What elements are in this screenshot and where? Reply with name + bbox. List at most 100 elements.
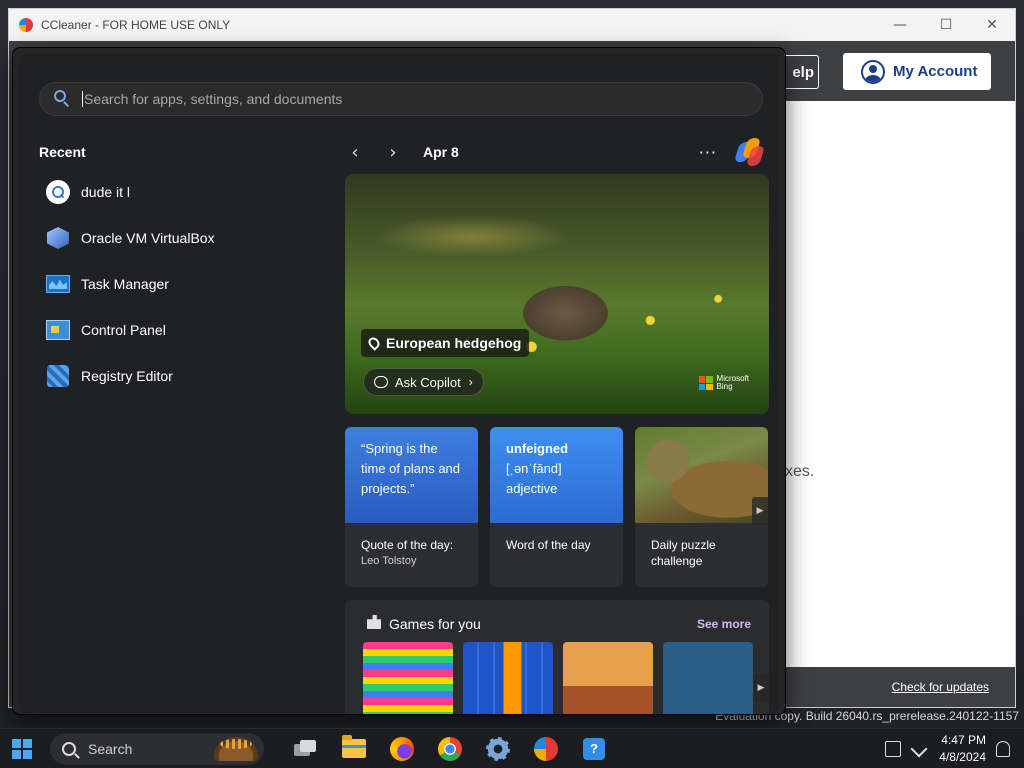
task-view-button[interactable]	[282, 729, 330, 768]
bing-line-2: Bing	[716, 382, 733, 391]
chrome-button[interactable]	[426, 729, 474, 768]
previous-chevron-icon[interactable]: ‹	[341, 138, 369, 166]
recent-item-task-manager[interactable]: Task Manager	[45, 261, 325, 307]
settings-button[interactable]	[474, 729, 522, 768]
recent-item-registry-editor[interactable]: Registry Editor	[45, 353, 325, 399]
control-panel-icon	[46, 320, 70, 340]
firefox-button[interactable]	[378, 729, 426, 768]
get-help-button[interactable]: ?	[570, 729, 618, 768]
account-icon	[861, 59, 885, 84]
virtualbox-icon	[47, 227, 69, 249]
games-icon	[367, 615, 381, 629]
location-label: European hedgehog	[386, 335, 522, 351]
my-account-button[interactable]: My Account	[843, 53, 991, 90]
recent-item-label: Oracle VM VirtualBox	[81, 230, 215, 246]
clock-time: 4:47 PM	[941, 732, 986, 747]
text-caret	[82, 91, 83, 107]
taskbar: Search ? 4:47 PM 4/8/2024	[0, 728, 1024, 768]
ask-copilot-button[interactable]: Ask Copilot ›	[363, 368, 484, 396]
search-icon	[52, 89, 72, 109]
folder-icon	[342, 735, 366, 758]
start-menu: Recent dude it l Oracle VM VirtualBox Ta…	[12, 47, 786, 715]
recent-item-label: Control Panel	[81, 322, 166, 338]
hero-image-card[interactable]: European hedgehog Ask Copilot › Microsof…	[345, 174, 769, 414]
search-icon	[62, 741, 76, 756]
maximize-button[interactable]: ☐	[923, 9, 969, 41]
start-search-input[interactable]	[84, 91, 684, 107]
game-tile[interactable]	[463, 642, 553, 714]
quote-text: “Spring is the time of plans and project…	[345, 427, 478, 523]
search-icon	[46, 180, 70, 204]
check-for-updates-link[interactable]: Check for updates	[892, 680, 989, 694]
location-pin-icon	[366, 335, 382, 351]
recent-heading: Recent	[39, 144, 86, 160]
close-button[interactable]: ✕	[969, 9, 1015, 41]
copilot-icon[interactable]	[733, 136, 766, 168]
file-explorer-button[interactable]	[330, 729, 378, 768]
game-tile[interactable]	[363, 642, 453, 714]
ccleaner-logo-icon	[19, 18, 33, 32]
recent-item-label: Task Manager	[81, 276, 169, 292]
word-phonetic: [ˌənˈfānd]	[506, 461, 562, 476]
chrome-icon	[438, 736, 462, 761]
task-manager-icon	[46, 275, 70, 293]
microsoft-logo-icon	[698, 376, 713, 390]
widget-cards: “Spring is the time of plans and project…	[345, 427, 769, 587]
quote-card[interactable]: “Spring is the time of plans and project…	[345, 427, 478, 587]
games-widget: Games for you See more ▶	[345, 600, 769, 714]
quote-card-title: Quote of the day:	[361, 538, 454, 552]
clock[interactable]: 4:47 PM 4/8/2024	[939, 732, 986, 766]
hedgehog-highlight-icon	[214, 736, 258, 761]
puzzle-card[interactable]: Daily puzzle challenge ▶	[635, 427, 768, 587]
word-part-of-speech: adjective	[506, 481, 558, 496]
registry-editor-icon	[47, 365, 69, 387]
taskbar-search-label: Search	[88, 740, 133, 757]
word-card-title: Word of the day	[506, 538, 591, 552]
ccleaner-window-title: CCleaner - FOR HOME USE ONLY	[41, 18, 231, 32]
recent-item-label: dude it l	[81, 184, 131, 200]
taskbar-search[interactable]: Search	[50, 732, 264, 765]
clock-date: 4/8/2024	[939, 749, 986, 764]
puzzle-card-title: Daily puzzle challenge	[651, 538, 716, 568]
help-button[interactable]: elp	[783, 55, 819, 89]
recent-item-search[interactable]: dude it l	[45, 169, 325, 215]
word-card[interactable]: unfeigned [ˌənˈfānd] adjective Word of t…	[490, 427, 623, 587]
cards-next-arrow-icon[interactable]: ▶	[752, 497, 768, 525]
chevron-right-icon: ›	[468, 375, 473, 389]
recent-list: dude it l Oracle VM VirtualBox Task Mana…	[45, 169, 325, 399]
ccleaner-body-text: xes.	[785, 463, 815, 480]
word-of-day: unfeigned	[506, 441, 569, 456]
recent-item-label: Registry Editor	[81, 368, 173, 384]
task-view-icon	[294, 739, 318, 758]
games-next-arrow-icon[interactable]: ▶	[753, 674, 769, 702]
system-tray: 4:47 PM 4/8/2024	[879, 729, 1024, 768]
game-tile[interactable]	[563, 642, 653, 714]
puzzle-image	[635, 427, 768, 523]
gear-icon	[486, 736, 510, 761]
recent-item-virtualbox[interactable]: Oracle VM VirtualBox	[45, 215, 325, 261]
recent-item-control-panel[interactable]: Control Panel	[45, 307, 325, 353]
game-tile[interactable]	[663, 642, 753, 714]
display-icon[interactable]	[885, 740, 902, 757]
start-button[interactable]	[0, 729, 44, 768]
next-chevron-icon[interactable]: ›	[379, 138, 407, 166]
quote-author: Leo Tolstoy	[361, 555, 417, 567]
firefox-icon	[390, 736, 414, 761]
location-badge[interactable]: European hedgehog	[361, 329, 530, 357]
ccleaner-taskbar-button[interactable]	[522, 729, 570, 768]
games-title: Games for you	[389, 616, 481, 632]
notification-bell-icon[interactable]	[996, 740, 1010, 757]
chat-icon	[374, 376, 388, 388]
minimize-button[interactable]: —	[877, 9, 923, 41]
network-icon[interactable]	[910, 740, 928, 757]
windows-logo-icon	[12, 738, 32, 759]
see-more-link[interactable]: See more	[697, 617, 751, 631]
microsoft-bing-logo: Microsoft Bing	[698, 375, 749, 391]
start-search-box[interactable]	[39, 82, 763, 116]
my-account-label: My Account	[893, 63, 978, 80]
help-icon: ?	[583, 737, 605, 760]
more-options-icon[interactable]: ···	[699, 143, 717, 162]
ccleaner-titlebar[interactable]: CCleaner - FOR HOME USE ONLY — ☐ ✕	[9, 9, 1015, 41]
widgets-date: Apr 8	[423, 144, 459, 160]
ask-copilot-label: Ask Copilot	[395, 374, 461, 390]
